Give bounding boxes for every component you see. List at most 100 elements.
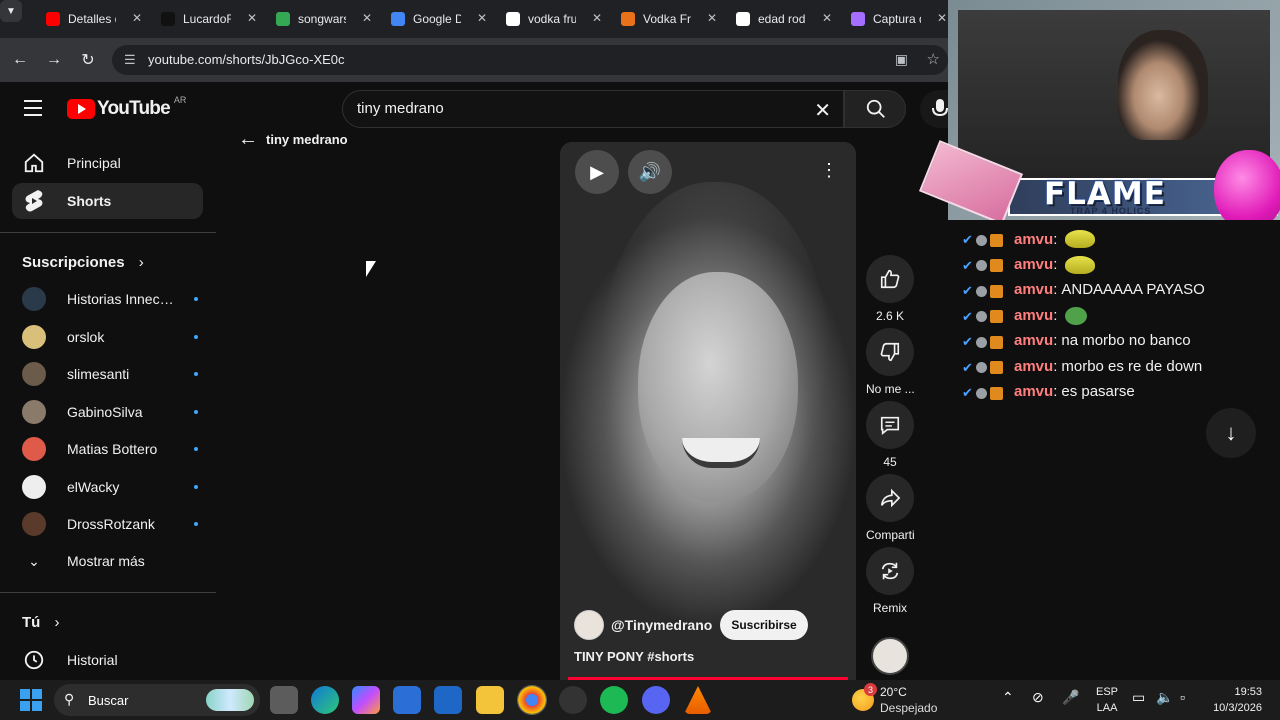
windows-start-icon[interactable] xyxy=(20,689,42,711)
menu-icon[interactable] xyxy=(24,100,42,121)
browser-tab[interactable]: Detalles d ✕ xyxy=(38,6,148,32)
dislike-button[interactable]: No me ... xyxy=(866,328,914,396)
close-tab-icon[interactable]: ✕ xyxy=(937,11,947,25)
chat-message: ✔ amvu: xyxy=(962,230,1096,248)
chevron-up-icon[interactable]: ⌃ xyxy=(1002,689,1014,706)
comment-count: 45 xyxy=(883,455,897,469)
taskbar-search[interactable]: ⚲ Buscar xyxy=(54,684,260,716)
chat-username[interactable]: amvu xyxy=(1014,256,1053,273)
browser-tab[interactable]: edad rod ✕ xyxy=(728,6,838,32)
back-arrow-icon[interactable]: ← xyxy=(238,128,258,151)
store-icon[interactable] xyxy=(393,686,421,714)
subscription-item[interactable]: GabinoSilva xyxy=(22,394,198,430)
microphone-icon[interactable]: 🎤 xyxy=(1062,689,1079,706)
chat-username[interactable]: amvu xyxy=(1014,231,1053,248)
sidebar-item-shorts[interactable]: Shorts xyxy=(12,183,203,219)
subscription-name: GabinoSilva xyxy=(67,403,143,420)
subscriptions-heading[interactable]: Suscripciones › xyxy=(22,254,144,271)
close-tab-icon[interactable]: ✕ xyxy=(822,11,832,25)
voice-search-button[interactable] xyxy=(920,90,948,128)
sidebar-item-principal[interactable]: Principal xyxy=(12,145,203,181)
subscribe-button[interactable]: Suscribirse xyxy=(720,610,808,640)
chat-message: ✔ amvu: ANDAAAAA PAYASO xyxy=(962,281,1205,298)
short-title[interactable]: TINY PONY #shorts xyxy=(574,649,694,664)
spotify-icon[interactable] xyxy=(600,686,628,714)
subscription-item[interactable]: Historias Innece... xyxy=(22,281,198,317)
dislike-label: No me ... xyxy=(866,382,914,396)
clock[interactable]: 19:53 10/3/2026 xyxy=(1208,684,1262,716)
forward-arrow-icon[interactable]: → xyxy=(42,48,66,72)
chat-username[interactable]: amvu xyxy=(1014,307,1053,324)
back-to-search[interactable]: ← tiny medrano xyxy=(238,128,348,151)
reload-icon[interactable]: ↻ xyxy=(76,48,100,72)
close-tab-icon[interactable]: ✕ xyxy=(362,11,372,25)
sub-badge-icon xyxy=(989,335,1003,349)
subscription-item[interactable]: elWacky xyxy=(22,469,198,505)
browser-tab[interactable]: Vodka Fru ✕ xyxy=(613,6,723,32)
browser-tab[interactable]: vodka fru ✕ xyxy=(498,6,608,32)
close-tab-icon[interactable]: ✕ xyxy=(707,11,717,25)
tab-search-button[interactable]: ▼ xyxy=(0,0,22,22)
close-tab-icon[interactable]: ✕ xyxy=(132,11,142,25)
copilot-icon[interactable] xyxy=(352,686,380,714)
install-icon[interactable]: ▣ xyxy=(895,51,908,68)
subscription-item[interactable]: DrossRotzank xyxy=(22,506,198,542)
volume-icon[interactable]: 🔊 xyxy=(628,150,672,194)
browser-tab[interactable]: Captura d ✕ xyxy=(843,6,953,32)
browser-tab[interactable]: songwars ✕ xyxy=(268,6,378,32)
task-view-icon[interactable] xyxy=(270,686,298,714)
edge-icon[interactable] xyxy=(311,686,339,714)
chat-username[interactable]: amvu xyxy=(1014,358,1053,375)
chat-username[interactable]: amvu xyxy=(1014,332,1053,349)
vlc-icon[interactable] xyxy=(684,686,712,714)
site-info-icon[interactable]: ☰ xyxy=(124,52,136,68)
speaker-icon[interactable]: 🔈 xyxy=(1156,689,1173,706)
bookmark-star-icon[interactable]: ☆ xyxy=(927,50,940,68)
close-tab-icon[interactable]: ✕ xyxy=(247,11,257,25)
channel-name[interactable]: @Tinymedrano xyxy=(611,617,712,633)
network-off-icon[interactable]: ⊘ xyxy=(1032,689,1044,706)
back-arrow-icon[interactable]: ← xyxy=(8,48,32,72)
outlook-icon[interactable] xyxy=(434,686,462,714)
tab-title: Google D xyxy=(413,12,461,26)
close-tab-icon[interactable]: ✕ xyxy=(592,11,602,25)
clear-search-icon[interactable]: ✕ xyxy=(814,98,831,123)
streamer xyxy=(1118,30,1208,140)
remix-label: Remix xyxy=(872,601,907,615)
sound-avatar[interactable] xyxy=(866,637,914,675)
subscription-item[interactable]: orslok xyxy=(22,319,198,355)
chat-username[interactable]: amvu xyxy=(1014,281,1053,298)
chrome-icon[interactable] xyxy=(517,685,547,715)
remix-button[interactable]: Remix xyxy=(866,547,914,615)
share-button[interactable]: Compartir xyxy=(866,474,914,542)
more-options-icon[interactable]: ⋮ xyxy=(820,160,838,181)
sidebar-item-historial[interactable]: Historial xyxy=(22,642,198,678)
channel-avatar[interactable] xyxy=(574,610,604,640)
file-explorer-icon[interactable] xyxy=(476,686,504,714)
tab-title: LucardoFl xyxy=(183,12,231,26)
browser-tab[interactable]: LucardoFl ✕ xyxy=(153,6,263,32)
close-tab-icon[interactable]: ✕ xyxy=(477,11,487,25)
obs-icon[interactable] xyxy=(559,686,587,714)
battery-icon[interactable]: ▫ xyxy=(1180,689,1185,705)
you-heading[interactable]: Tú › xyxy=(22,614,60,631)
monitor-icon[interactable]: ▭ xyxy=(1132,689,1145,706)
play-icon[interactable]: ▶ xyxy=(575,150,619,194)
short-video[interactable]: ▶ 🔊 ⋮ @Tinymedrano Suscribirse TINY PONY… xyxy=(560,142,856,680)
youtube-logo[interactable]: YouTube AR xyxy=(67,95,186,120)
scroll-down-arrow-icon[interactable]: ↓ xyxy=(1206,408,1256,458)
discord-icon[interactable] xyxy=(642,686,670,714)
comments-button[interactable]: 45 xyxy=(866,401,914,469)
tab-title: vodka fru xyxy=(528,12,576,26)
subscription-item[interactable]: slimesanti xyxy=(22,356,198,392)
chat-username[interactable]: amvu xyxy=(1014,383,1053,400)
show-more-button[interactable]: ⌄ Mostrar más xyxy=(22,543,198,579)
search-button[interactable] xyxy=(844,90,906,128)
address-bar[interactable]: ☰ youtube.com/shorts/JbJGco-XE0c ▣ ☆ xyxy=(112,45,948,75)
like-button[interactable]: 2.6 K xyxy=(866,255,914,323)
subscription-item[interactable]: Matias Bottero xyxy=(22,431,198,467)
browser-tab[interactable]: Google D ✕ xyxy=(383,6,493,32)
search-input[interactable] xyxy=(357,100,797,117)
input-language[interactable]: ESP LAA xyxy=(1096,684,1118,716)
search-box[interactable]: ✕ xyxy=(342,90,844,128)
